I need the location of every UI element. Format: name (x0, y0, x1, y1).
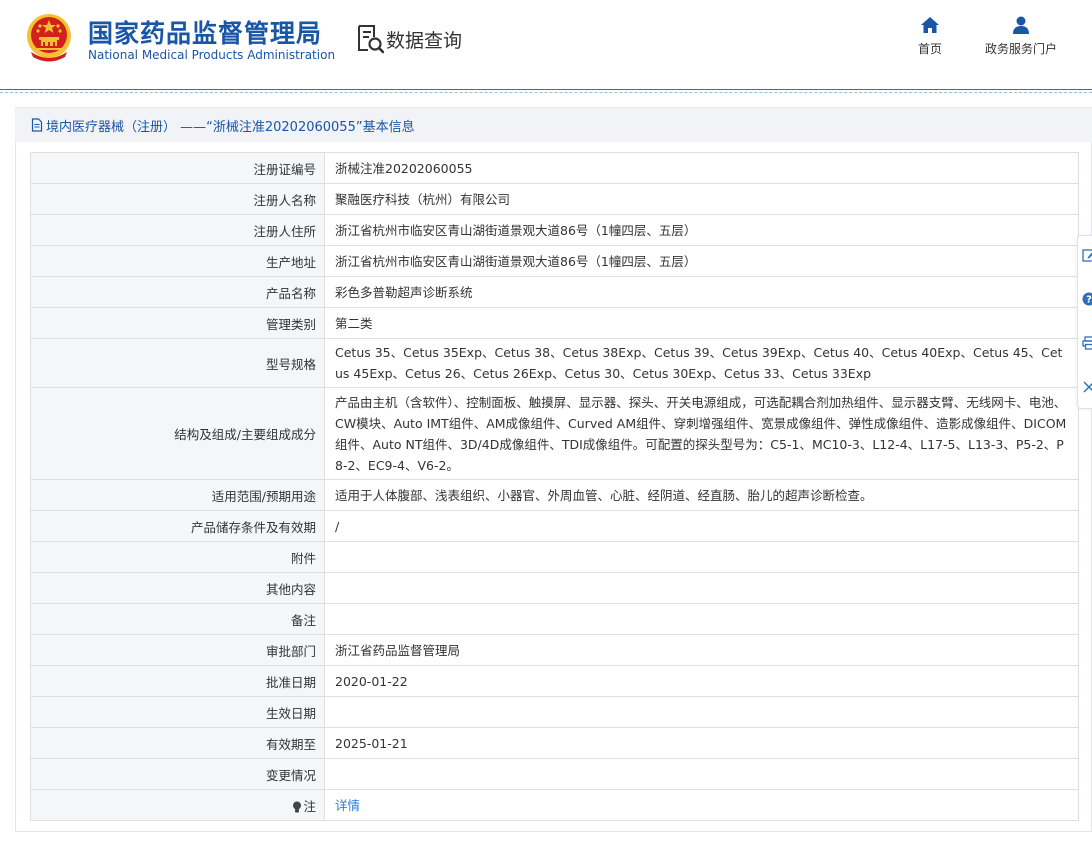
field-value: / (324, 510, 1079, 542)
svg-text:?: ? (1086, 295, 1092, 306)
header-divider (0, 89, 1092, 90)
field-label: 变更情况 (30, 758, 325, 790)
field-label: 型号规格 (30, 338, 325, 388)
note-value: 详情 (324, 789, 1079, 821)
field-label: 适用范围/预期用途 (30, 479, 325, 511)
user-icon (1013, 16, 1029, 34)
brand-name-cn: 国家药品监督管理局 (88, 19, 323, 48)
field-label: 批准日期 (30, 665, 325, 697)
field-label: 审批部门 (30, 634, 325, 666)
edit-icon[interactable] (1082, 248, 1092, 262)
field-label: 备注 (30, 603, 325, 635)
document-search-icon (358, 25, 384, 54)
close-icon[interactable] (1082, 380, 1092, 394)
registration-info-table: 注册证编号 浙械注准20202060055 注册人名称 聚融医疗科技（杭州）有限… (30, 152, 1079, 821)
field-label: 注册人住所 (30, 214, 325, 246)
nav-service-portal-label: 政务服务门户 (984, 42, 1057, 56)
site-header: 国家药品监督管理局 National Medical Products Admi… (0, 0, 1092, 90)
header-divider-dashed (0, 92, 1092, 93)
record-title: 境内医疗器械（注册） ——“浙械注准20202060055”基本信息 (46, 119, 415, 135)
field-value: 2025-01-21 (324, 727, 1079, 759)
table-row: 变更情况 (30, 758, 1079, 790)
field-value: 适用于人体腹部、浅表组织、小器官、外周血管、心脏、经阴道、经直肠、胎儿的超声诊断… (324, 479, 1079, 511)
field-label: 产品名称 (30, 276, 325, 308)
table-row: 产品储存条件及有效期 / (30, 510, 1079, 542)
field-value: 浙江省药品监督管理局 (324, 634, 1079, 666)
table-row: 管理类别 第二类 (30, 307, 1079, 339)
record-title-bar: 境内医疗器械（注册） ——“浙械注准20202060055”基本信息 (15, 107, 1092, 143)
table-row: 审批部门 浙江省药品监督管理局 (30, 634, 1079, 666)
table-row: 注册证编号 浙械注准20202060055 (30, 152, 1079, 184)
print-icon[interactable] (1082, 336, 1092, 350)
brand-name-en: National Medical Products Administration (88, 48, 336, 62)
field-label: 注册证编号 (30, 152, 325, 184)
table-row: 有效期至 2025-01-21 (30, 727, 1079, 759)
field-value (324, 541, 1079, 573)
field-label: 结构及组成/主要组成成分 (30, 387, 325, 480)
home-icon (921, 17, 939, 33)
table-row: 型号规格 Cetus 35、Cetus 35Exp、Cetus 38、Cetus… (30, 338, 1079, 388)
field-value: Cetus 35、Cetus 35Exp、Cetus 38、Cetus 38Ex… (324, 338, 1079, 388)
field-label: 生效日期 (30, 696, 325, 728)
note-label-text: 注 (303, 798, 316, 814)
table-row: 适用范围/预期用途 适用于人体腹部、浅表组织、小器官、外周血管、心脏、经阴道、经… (30, 479, 1079, 511)
field-label: 注册人名称 (30, 183, 325, 215)
field-value (324, 758, 1079, 790)
table-row: 注册人名称 聚融医疗科技（杭州）有限公司 (30, 183, 1079, 215)
side-toolbar: ? (1077, 235, 1092, 409)
table-row: 附件 (30, 541, 1079, 573)
table-row-note: 注 详情 (30, 789, 1079, 821)
field-label: 有效期至 (30, 727, 325, 759)
details-link[interactable]: 详情 (335, 798, 360, 813)
field-value (324, 603, 1079, 635)
field-label: 生产地址 (30, 245, 325, 277)
field-value: 产品由主机（含软件）、控制面板、触摸屏、显示器、探头、开关电源组成，可选配耦合剂… (324, 387, 1079, 480)
nav-service-portal[interactable]: 政务服务门户 (978, 16, 1064, 57)
field-value: 浙械注准20202060055 (324, 152, 1079, 184)
field-label: 管理类别 (30, 307, 325, 339)
field-value (324, 696, 1079, 728)
nav-home[interactable]: 首页 (910, 16, 950, 57)
field-value: 浙江省杭州市临安区青山湖街道景观大道86号（1幢四层、五层） (324, 214, 1079, 246)
table-row: 批准日期 2020-01-22 (30, 665, 1079, 697)
table-row: 产品名称 彩色多普勒超声诊断系统 (30, 276, 1079, 308)
national-emblem-icon (27, 14, 71, 62)
lightbulb-icon (293, 801, 302, 812)
field-value: 浙江省杭州市临安区青山湖街道景观大道86号（1幢四层、五层） (324, 245, 1079, 277)
table-row: 生产地址 浙江省杭州市临安区青山湖街道景观大道86号（1幢四层、五层） (30, 245, 1079, 277)
table-row: 注册人住所 浙江省杭州市临安区青山湖街道景观大道86号（1幢四层、五层） (30, 214, 1079, 246)
data-query-label: 数据查询 (386, 29, 463, 52)
field-label: 其他内容 (30, 572, 325, 604)
table-row: 其他内容 (30, 572, 1079, 604)
table-row: 结构及组成/主要组成成分 产品由主机（含软件）、控制面板、触摸屏、显示器、探头、… (30, 387, 1079, 480)
data-query-title: 数据查询 (356, 24, 462, 54)
field-value: 2020-01-22 (324, 665, 1079, 697)
field-label: 产品储存条件及有效期 (30, 510, 325, 542)
document-icon (31, 118, 43, 132)
field-value (324, 572, 1079, 604)
table-row: 备注 (30, 603, 1079, 635)
field-value: 彩色多普勒超声诊断系统 (324, 276, 1079, 308)
field-value: 第二类 (324, 307, 1079, 339)
field-label: 附件 (30, 541, 325, 573)
table-row: 生效日期 (30, 696, 1079, 728)
note-label: 注 (30, 789, 325, 821)
field-value: 聚融医疗科技（杭州）有限公司 (324, 183, 1079, 215)
help-icon[interactable]: ? (1082, 292, 1092, 306)
nav-home-label: 首页 (917, 42, 942, 56)
